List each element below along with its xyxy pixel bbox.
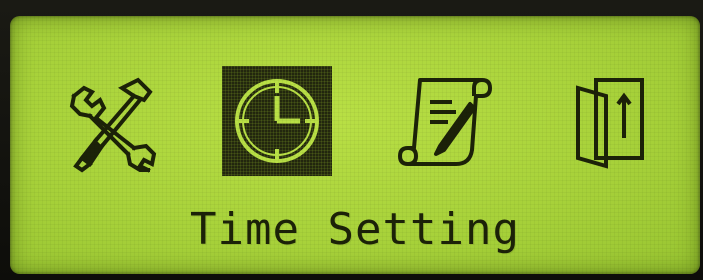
document-icon [398, 78, 492, 166]
lcd-screen: Time Setting [10, 16, 700, 274]
menu-item-tools[interactable] [60, 66, 170, 176]
tools-icon [69, 77, 157, 173]
menu-item-document[interactable] [390, 66, 500, 176]
menu-item-time-setting[interactable] [222, 66, 332, 176]
clock-icon [235, 79, 319, 163]
menu-item-exit[interactable] [558, 66, 668, 176]
lcd-bezel: Time Setting [0, 0, 703, 280]
selected-menu-label: Time Setting [190, 204, 520, 255]
exit-door-icon [576, 78, 644, 169]
